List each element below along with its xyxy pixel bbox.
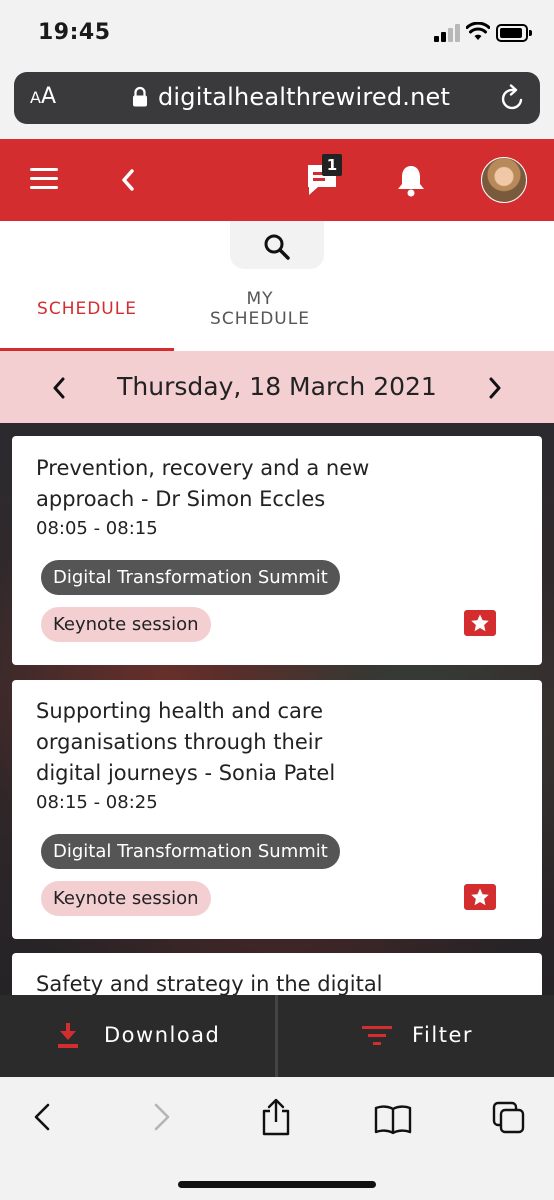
bookmarks-icon[interactable] bbox=[374, 1103, 412, 1135]
download-button[interactable]: Download bbox=[0, 995, 275, 1077]
tabs-icon[interactable] bbox=[492, 1101, 526, 1135]
session-card[interactable]: Supporting health and care organisations… bbox=[12, 680, 542, 939]
search-icon bbox=[264, 234, 290, 260]
battery-icon bbox=[496, 24, 532, 42]
safari-back-icon[interactable] bbox=[30, 1101, 54, 1133]
tab-my-schedule-line2: SCHEDULE bbox=[210, 309, 310, 329]
session-title-line: approach - Dr Simon Eccles bbox=[36, 487, 326, 511]
chevron-right-icon[interactable] bbox=[486, 375, 504, 401]
session-title-line: Safety and strategy in the digital bbox=[36, 972, 383, 995]
session-time: 08:15 - 08:25 bbox=[36, 792, 158, 813]
tab-my-schedule[interactable]: MY SCHEDULE bbox=[178, 289, 342, 329]
hamburger-icon[interactable] bbox=[30, 168, 58, 190]
safari-forward-icon[interactable] bbox=[150, 1101, 174, 1133]
date-navigation: Thursday, 18 March 2021 bbox=[0, 351, 554, 423]
download-label: Download bbox=[104, 1023, 221, 1047]
session-title-line: Supporting health and care bbox=[36, 699, 324, 723]
app-header bbox=[0, 139, 554, 221]
session-type-tag[interactable]: Keynote session bbox=[41, 607, 211, 642]
status-bar: 19:45 bbox=[0, 0, 554, 62]
session-title: Prevention, recovery and a new approach … bbox=[36, 453, 506, 515]
action-bar: Download Filter bbox=[0, 995, 554, 1077]
session-title-line: organisations through their bbox=[36, 730, 323, 754]
lock-icon bbox=[133, 86, 147, 107]
home-indicator bbox=[178, 1181, 376, 1188]
share-icon[interactable] bbox=[260, 1097, 292, 1137]
back-chevron-icon[interactable] bbox=[118, 165, 138, 195]
session-title: Supporting health and care organisations… bbox=[36, 696, 506, 789]
filter-label: Filter bbox=[412, 1023, 474, 1047]
download-icon bbox=[58, 1023, 78, 1048]
filter-button[interactable]: Filter bbox=[278, 995, 554, 1077]
session-card[interactable]: Safety and strategy in the digital bbox=[12, 953, 542, 995]
add-to-schedule-button[interactable] bbox=[464, 884, 496, 910]
reload-icon[interactable] bbox=[500, 84, 526, 112]
url-text[interactable]: digitalhealthrewired.net bbox=[158, 83, 450, 111]
session-time: 08:05 - 08:15 bbox=[36, 518, 158, 539]
wifi-icon bbox=[466, 22, 490, 40]
address-bar[interactable]: AA digitalhealthrewired.net bbox=[14, 72, 540, 124]
tab-schedule[interactable]: SCHEDULE bbox=[0, 299, 174, 319]
tab-my-schedule-line1: MY bbox=[246, 289, 274, 309]
filter-icon bbox=[362, 1026, 392, 1045]
session-list: Prevention, recovery and a new approach … bbox=[0, 423, 554, 995]
star-ticket-icon bbox=[471, 888, 489, 906]
add-to-schedule-button[interactable] bbox=[464, 610, 496, 636]
chat-badge: 1 bbox=[322, 154, 342, 176]
session-type-tag[interactable]: Keynote session bbox=[41, 881, 211, 916]
star-ticket-icon bbox=[471, 614, 489, 632]
track-tag[interactable]: Digital Transformation Summit bbox=[41, 560, 340, 595]
session-title: Safety and strategy in the digital bbox=[36, 969, 506, 995]
status-time: 19:45 bbox=[38, 20, 111, 45]
session-title-line: Prevention, recovery and a new bbox=[36, 456, 370, 480]
avatar[interactable] bbox=[481, 157, 527, 203]
search-button[interactable] bbox=[230, 221, 324, 269]
session-card[interactable]: Prevention, recovery and a new approach … bbox=[12, 436, 542, 665]
current-date: Thursday, 18 March 2021 bbox=[117, 372, 437, 401]
cellular-signal-icon bbox=[434, 24, 460, 42]
bell-icon[interactable] bbox=[396, 163, 426, 197]
session-title-line: digital journeys - Sonia Patel bbox=[36, 761, 336, 785]
text-size-button[interactable]: AA bbox=[30, 84, 56, 109]
schedule-tabs-area: SCHEDULE MY SCHEDULE bbox=[0, 221, 554, 351]
track-tag[interactable]: Digital Transformation Summit bbox=[41, 834, 340, 869]
